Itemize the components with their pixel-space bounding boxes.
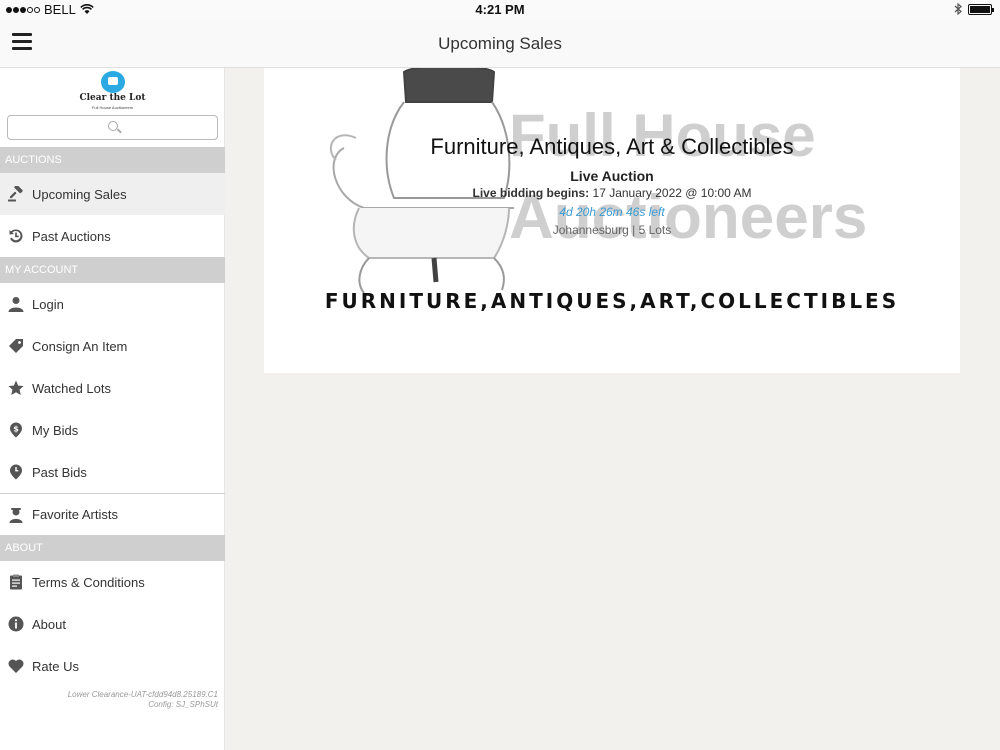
history-icon [8, 228, 24, 244]
user-icon [8, 296, 24, 312]
section-header-my-account: MY ACCOUNT [0, 257, 225, 283]
clipboard-icon [8, 574, 24, 590]
section-header-about: ABOUT [0, 535, 225, 561]
info-icon [8, 616, 24, 632]
sidebar-item-label: Watched Lots [32, 380, 112, 396]
sidebar-item-my-bids[interactable]: $ My Bids [0, 409, 225, 451]
status-time: 4:21 PM [475, 2, 525, 17]
auction-title: Furniture, Antiques, Art & Collectibles [430, 134, 794, 159]
sidebar-item-label: Consign An Item [32, 338, 128, 354]
sidebar-item-login[interactable]: Login [0, 283, 225, 325]
sidebar-item-rate-us[interactable]: Rate Us [0, 645, 225, 687]
bidding-date: 17 January 2022 @ 10:00 AM [592, 186, 752, 200]
sidebar-item-past-bids[interactable]: Past Bids [0, 451, 225, 493]
artist-icon [8, 507, 24, 523]
sidebar-item-label: Rate Us [32, 658, 79, 674]
sidebar-item-upcoming-sales[interactable]: Upcoming Sales [0, 173, 225, 215]
version-info: Lower Clearance-UAT-cfdd94d8.25189.C1 Co… [68, 690, 218, 710]
sidebar-item-label: My Bids [32, 422, 79, 438]
nav-bar: Upcoming Sales [0, 20, 1000, 68]
section-header-auctions: AUCTIONS [0, 147, 225, 173]
dollar-pin-icon: $ [8, 422, 24, 438]
sidebar-item-consign[interactable]: Consign An Item [0, 325, 225, 367]
page-title: Upcoming Sales [438, 34, 562, 53]
sidebar: Clear the Lot Full House Auctioneers AUC… [0, 68, 225, 750]
search-input[interactable] [7, 115, 218, 140]
heart-icon [8, 658, 24, 674]
status-right [954, 3, 994, 15]
sidebar-item-terms[interactable]: Terms & Conditions [0, 561, 225, 603]
bidding-label: Live bidding begins: [472, 186, 590, 200]
sidebar-item-past-auctions[interactable]: Past Auctions [0, 215, 225, 257]
sidebar-item-label: Favorite Artists [32, 507, 118, 522]
clock-pin-icon [8, 464, 24, 480]
sidebar-item-favorite-artists[interactable]: Favorite Artists [0, 493, 225, 535]
sidebar-item-label: Login [32, 296, 64, 312]
auction-type: Live Auction [570, 168, 654, 184]
tag-icon [8, 338, 24, 354]
auction-location: Johannesburg | 5 Lots [552, 223, 672, 237]
sidebar-item-watched-lots[interactable]: Watched Lots [0, 367, 225, 409]
sidebar-item-label: Past Auctions [32, 228, 111, 244]
logo-text: Clear the Lot [79, 93, 146, 103]
auction-card[interactable]: Full House Auctioneers Furniture, Antiqu… [264, 68, 960, 373]
sidebar-item-about[interactable]: About [0, 603, 225, 645]
config-line: Config: SJ_SPhSUt [148, 700, 218, 709]
svg-text:$: $ [13, 425, 19, 434]
bluetooth-icon [954, 3, 962, 15]
sidebar-item-label: Upcoming Sales [32, 186, 127, 202]
sidebar-item-label: Terms & Conditions [32, 574, 145, 590]
auction-tagline: FURNITURE,ANTIQUES,ART,COLLECTIBLES [324, 289, 900, 313]
sidebar-item-label: About [32, 616, 66, 632]
logo-subtext: Full House Auctioneers [91, 105, 134, 110]
logo-mark-icon [101, 71, 125, 93]
status-bar: BELL 4:21 PM [0, 0, 1000, 20]
gavel-icon [8, 186, 24, 202]
version-line: Lower Clearance-UAT-cfdd94d8.25189.C1 [67, 690, 218, 699]
sidebar-item-label: Past Bids [32, 464, 87, 480]
battery-icon [968, 3, 994, 15]
auction-countdown: 4d 20h 26m 46s left [559, 205, 665, 219]
search-icon [108, 121, 118, 131]
app-logo: Clear the Lot Full House Auctioneers [0, 68, 225, 114]
auction-details: Furniture, Antiques, Art & Collectibles … [264, 100, 960, 237]
sidebar-menu: AUCTIONS Upcoming Sales Past Auctions MY… [0, 147, 225, 687]
star-icon [8, 380, 24, 396]
auction-bidding-start: Live bidding begins: 17 January 2022 @ 1… [264, 186, 960, 200]
